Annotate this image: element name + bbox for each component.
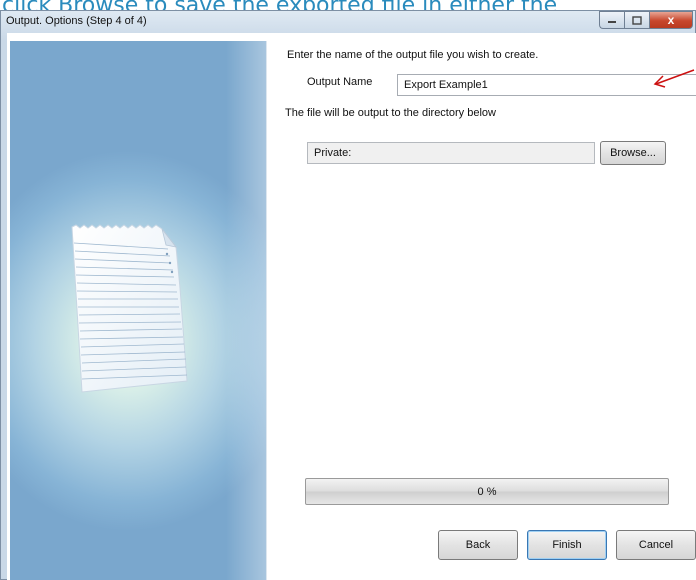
document-page-icon — [71, 224, 188, 393]
directory-instruction: The file will be output to the directory… — [285, 107, 496, 119]
directory-field: Private: — [307, 142, 595, 164]
output-name-label: Output Name — [307, 76, 373, 88]
title-bar: Output. Options (Step 4 of 4) x — [1, 11, 696, 33]
wizard-body: Enter the name of the output file you wi… — [7, 33, 696, 580]
output-file-instruction: Enter the name of the output file you wi… — [287, 49, 539, 61]
back-button[interactable]: Back — [438, 530, 518, 560]
minimize-button[interactable] — [599, 11, 624, 29]
cancel-button[interactable]: Cancel — [616, 530, 696, 560]
finish-button[interactable]: Finish — [527, 530, 607, 560]
annotation-arrow-icon — [653, 69, 695, 88]
wizard-content: Enter the name of the output file you wi… — [277, 33, 696, 580]
progress-label: 0 % — [477, 485, 497, 498]
side-illustration-panel — [10, 41, 267, 580]
close-button[interactable]: x — [649, 11, 693, 29]
browse-button[interactable]: Browse... — [600, 141, 666, 165]
close-icon: x — [667, 13, 675, 27]
maximize-button[interactable] — [624, 11, 649, 29]
maximize-icon — [632, 15, 642, 25]
window-controls: x — [599, 11, 693, 29]
minimize-icon — [608, 21, 616, 23]
export-progress-bar: 0 % — [305, 478, 669, 505]
window-title: Output. Options (Step 4 of 4) — [6, 15, 147, 27]
wizard-window: Output. Options (Step 4 of 4) x Enter th… — [0, 10, 696, 580]
